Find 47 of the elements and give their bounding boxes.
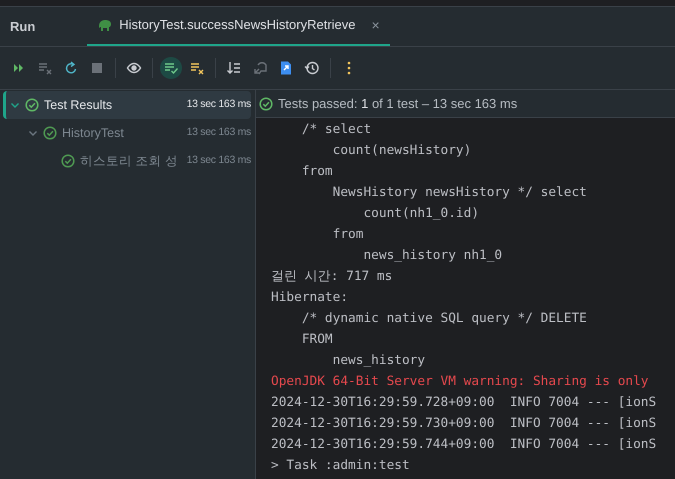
test-name: HistoryTest [62,124,124,142]
passed-button[interactable] [160,57,182,79]
console-line: 2024-12-30T16:29:59.728+09:00 INFO 7004 --- [ionS [271,394,658,412]
test-duration: 13 sec 163 ms [186,153,251,168]
refresh-icon [63,60,79,76]
test-duration: 13 sec 163 ms [186,125,251,140]
more-icon [347,60,351,76]
test-duration: 13 sec 163 ms [186,97,251,112]
check-circle-icon [43,126,57,140]
import-icon [252,60,268,76]
console-line: from [300,163,334,181]
console-line: NewsHistory newsHistory */ select [332,184,588,202]
console-line: 2024-12-30T16:29:59.730+09:00 INFO 7004 --- [ionS [271,415,658,433]
close-button[interactable]: × [372,14,380,36]
test-status-text: Tests passed: 1 of 1 test – 13 sec 163 ms [278,94,518,113]
chevron-icon[interactable] [10,100,20,110]
console-line: OpenJDK 64-Bit Server VM warning: Sharing is only [271,373,650,391]
elephant-icon [97,18,114,32]
console-line: news_history [332,352,426,370]
console-line: FROM [300,331,334,349]
tree-item[interactable]: 히스토리 조회 성 13 sec 163 ms [3,147,251,175]
console-line: from [332,226,364,244]
chevron-icon[interactable] [28,128,38,138]
console-line: /* dynamic native SQL query */ DELETE [300,310,588,328]
console-line: count(newsHistory) [332,142,472,160]
console-line: /* select [300,121,372,139]
check-circle-icon [259,96,273,110]
console-line: 걸린 시간: 717 ms [271,268,394,286]
check-circle-icon [25,98,39,112]
eye-icon [126,60,142,76]
check-circle-icon [61,154,75,168]
tool-window-title: Run [9,18,36,36]
stop-icon [89,60,105,76]
tab-label: HistoryTest.successNewsHistoryRetrieve [119,16,356,34]
console-line: > Task :admin:test [271,457,411,475]
console-line: news_history nh1_0 [362,247,504,265]
history-icon [304,60,320,76]
export-icon [278,60,294,76]
test-name: Test Results [44,96,112,114]
console-line: 2024-12-30T16:29:59.744+09:00 INFO 7004 --- [ionS [271,436,658,454]
console-line: Hibernate: [271,289,350,307]
console-line: count(nh1_0.id) [362,205,480,223]
tree-item[interactable]: Test Results 13 sec 163 ms [3,91,251,119]
sort-icon [226,60,242,76]
test-name: 히스토리 조회 성 [80,152,178,170]
run-tab[interactable]: HistoryTest.successNewsHistoryRetrieve × [87,6,390,46]
tree-item[interactable]: HistoryTest 13 sec 163 ms [3,119,251,147]
